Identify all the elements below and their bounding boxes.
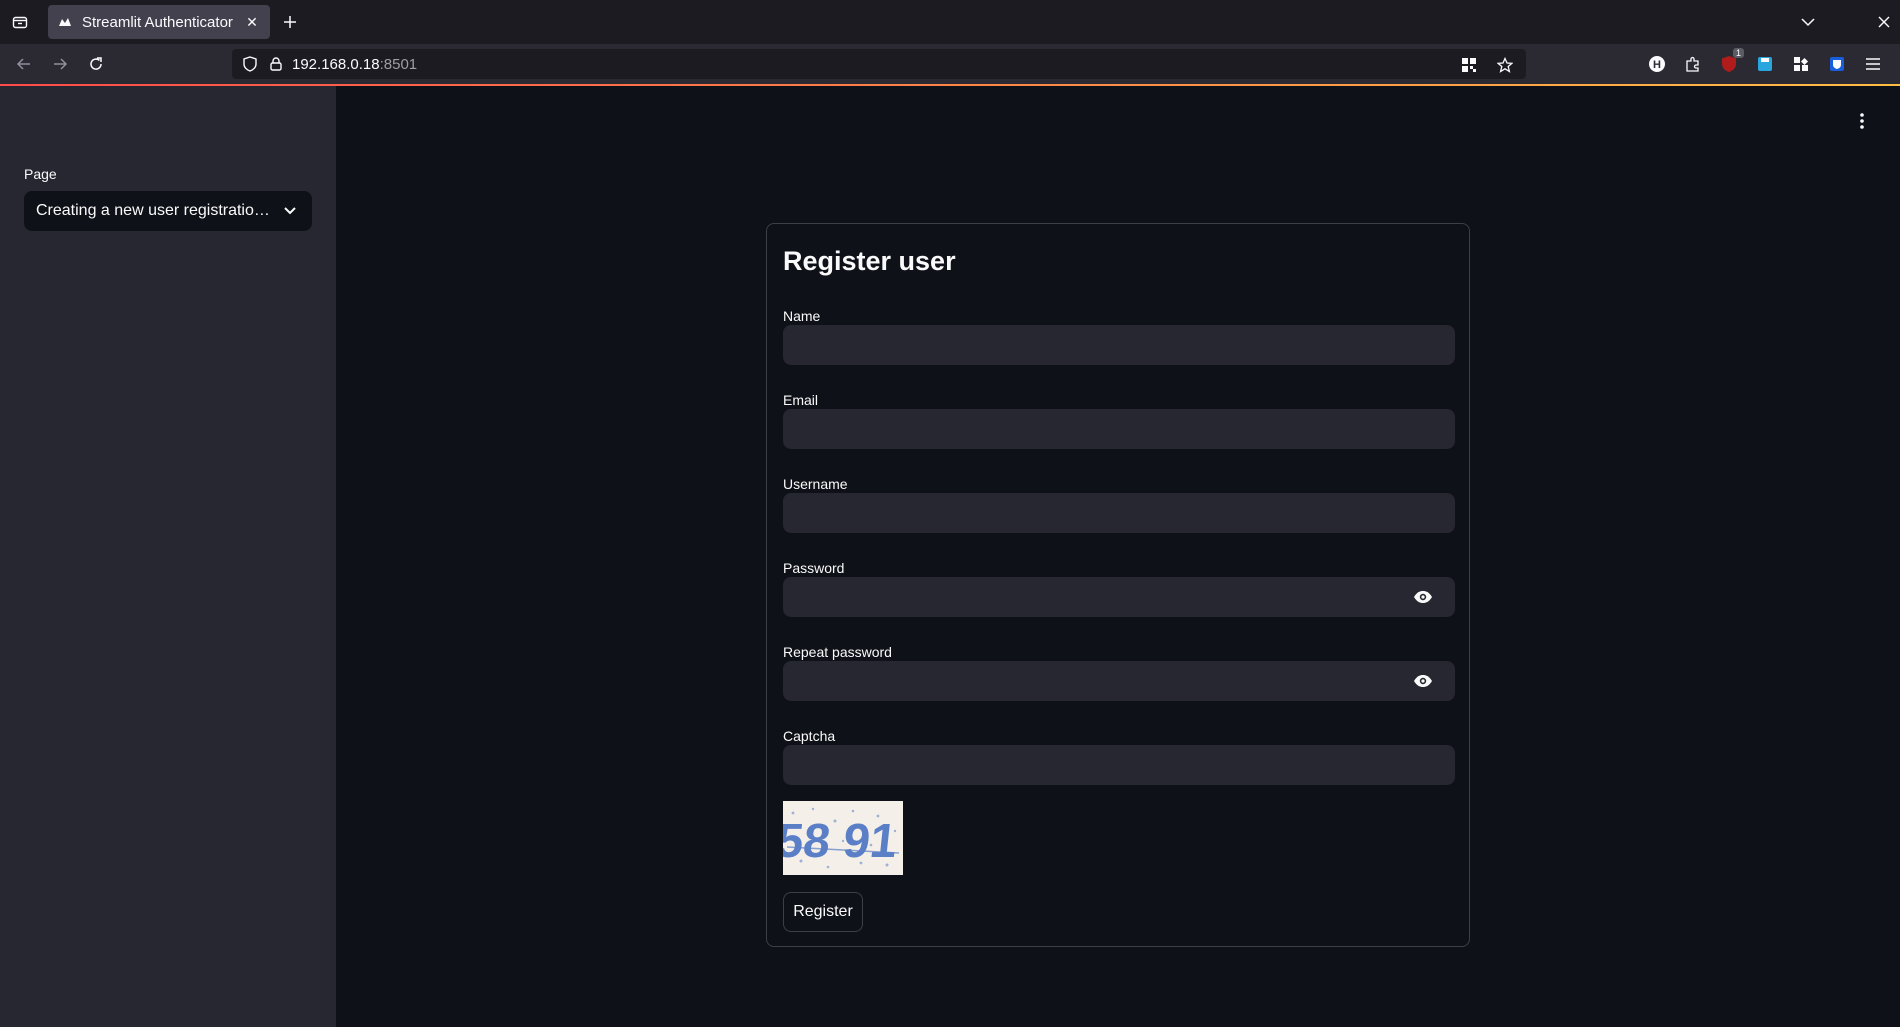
forward-icon[interactable] <box>48 52 72 76</box>
username-label: Username <box>783 476 848 492</box>
captcha-text: 58 91 <box>783 814 900 868</box>
chevron-down-icon[interactable] <box>1796 10 1820 34</box>
save-extension-icon[interactable] <box>1754 52 1776 76</box>
ublock-shield-icon[interactable]: 1 <box>1718 48 1744 76</box>
grid-extension-icon[interactable] <box>1790 52 1812 76</box>
captcha-input[interactable] <box>783 745 1455 785</box>
captcha-label: Captcha <box>783 728 836 744</box>
username-input[interactable] <box>783 493 1455 533</box>
browser-tab-bar: Streamlit Authenticator ✕ <box>0 0 1900 44</box>
streamlit-favicon-icon <box>58 15 72 29</box>
new-tab-icon[interactable] <box>278 10 302 34</box>
extension-h-icon[interactable]: H <box>1646 52 1668 76</box>
url-port: :8501 <box>379 55 418 73</box>
register-button[interactable]: Register <box>783 892 863 932</box>
form-title: Register user <box>783 246 956 276</box>
email-input[interactable] <box>783 409 1455 449</box>
page-select[interactable]: Creating a new user registration widget <box>24 191 312 231</box>
extensions-puzzle-icon[interactable] <box>1682 52 1704 76</box>
register-form: Register user Name Email Username Passwo… <box>766 223 1470 947</box>
hamburger-menu-icon[interactable] <box>1862 52 1884 76</box>
show-repeat-password-eye-icon[interactable] <box>1413 671 1433 691</box>
close-tab-icon[interactable]: ✕ <box>244 14 260 30</box>
url-bar[interactable]: 192.168.0.18:8501 <box>232 49 1526 79</box>
reload-icon[interactable] <box>84 52 108 76</box>
extension-badge: 1 <box>1732 48 1744 58</box>
name-input[interactable] <box>783 325 1455 365</box>
page-select-value: Creating a new user registration widget <box>36 202 272 219</box>
sidebar: Page Creating a new user registration wi… <box>0 86 336 1027</box>
url-host: 192.168.0.18 <box>292 55 380 73</box>
bitwarden-icon[interactable] <box>1826 52 1848 76</box>
svg-text:H: H <box>1653 59 1661 71</box>
bookmark-star-icon[interactable] <box>1494 53 1516 77</box>
repeat-password-input[interactable] <box>783 661 1455 701</box>
name-label: Name <box>783 308 821 324</box>
lock-icon[interactable] <box>266 54 286 74</box>
back-icon[interactable] <box>12 52 36 76</box>
browser-nav-bar: 192.168.0.18:8501 H 1 <box>0 44 1900 84</box>
browser-tab[interactable]: Streamlit Authenticator ✕ <box>48 5 270 39</box>
qr-code-icon[interactable] <box>1458 53 1480 77</box>
tab-title: Streamlit Authenticator <box>82 13 233 31</box>
password-label: Password <box>783 560 845 576</box>
page-select-label: Page <box>24 166 57 182</box>
show-password-eye-icon[interactable] <box>1413 587 1433 607</box>
shield-icon[interactable] <box>240 54 260 74</box>
window-close-icon[interactable] <box>1872 10 1896 34</box>
chevron-down-icon[interactable] <box>280 201 300 221</box>
repeat-password-label: Repeat password <box>783 644 892 660</box>
password-input[interactable] <box>783 577 1455 617</box>
captcha-image: 58 91 <box>783 801 903 875</box>
tab-list-icon[interactable] <box>8 10 32 34</box>
main-menu-icon[interactable] <box>1852 110 1872 132</box>
email-label: Email <box>783 392 819 408</box>
